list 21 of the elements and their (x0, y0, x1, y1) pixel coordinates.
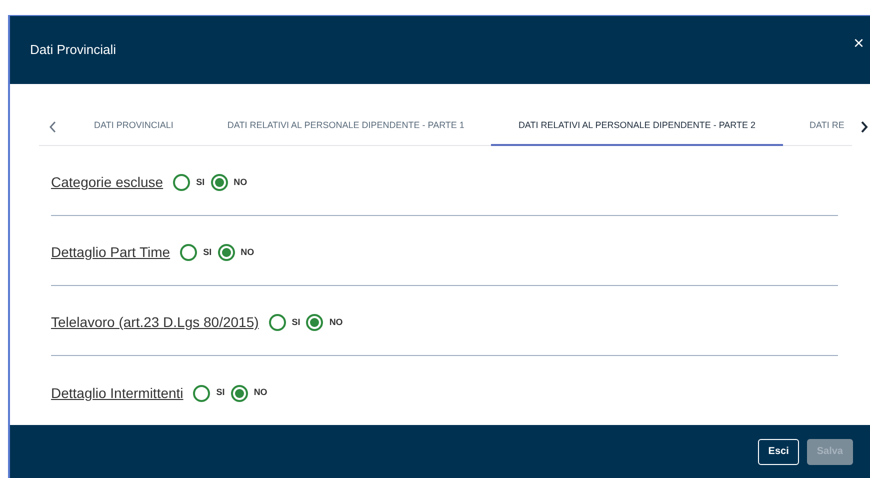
radio-option[interactable]: NO (230, 384, 268, 402)
tab[interactable]: DATI RELATIVI AL PERSONALE DIPENDENTE - PARTE 2 (491, 108, 783, 146)
radio-option[interactable]: SI (173, 174, 205, 191)
tab[interactable]: DATI RELATIVI AL PERSONALE DIPENDENTE - PARTE 1 (200, 108, 492, 146)
radio-option[interactable]: NO (306, 314, 343, 331)
chevron-left-icon (49, 120, 57, 132)
question-label: Telelavoro (art.23 D.Lgs 80/2015) (51, 313, 259, 332)
question-label: Dettaglio Part Time (51, 243, 170, 262)
radio-option[interactable]: SI (180, 244, 212, 261)
radio-option[interactable]: SI (268, 314, 300, 331)
radio-option[interactable]: SI (193, 384, 225, 402)
tab[interactable]: DATI PROVINCIALI (67, 108, 200, 146)
question-label: Dettaglio Intermittenti (51, 384, 184, 403)
close-button[interactable]: × (853, 34, 864, 52)
question-label: Categorie escluse (51, 173, 164, 192)
exit-button[interactable]: Esci (758, 438, 799, 464)
dialog-title: Dati Provinciali (30, 41, 116, 60)
tab[interactable]: DATI RE (782, 108, 850, 146)
radio-option[interactable]: NO (210, 174, 248, 191)
chevron-right-icon (860, 120, 868, 132)
radio-option[interactable]: NO (218, 244, 254, 261)
